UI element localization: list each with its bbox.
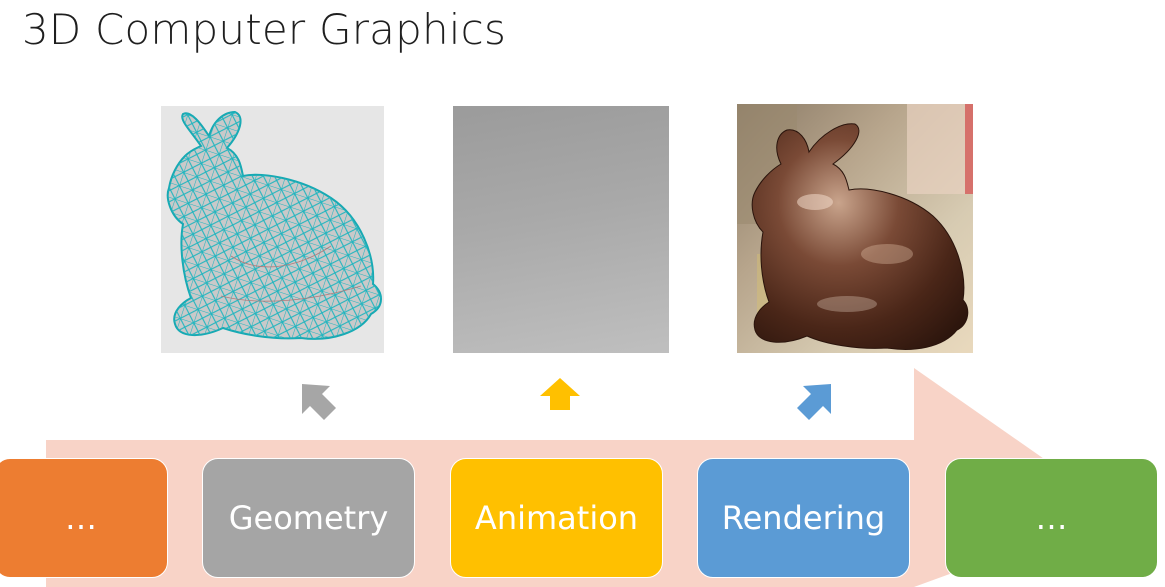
stage-box-before: …	[0, 458, 168, 578]
stage-label: Animation	[474, 499, 639, 537]
stage-label: Rendering	[721, 499, 886, 537]
stage-label: …	[1035, 499, 1068, 537]
arrow-up-left-icon	[302, 384, 336, 420]
stage-label: …	[65, 499, 97, 537]
stage-box-after: …	[945, 458, 1158, 578]
geometry-mesh-image	[161, 106, 384, 353]
bunny-wireframe	[166, 110, 382, 340]
animation-image	[453, 106, 669, 353]
stage-label: Geometry	[228, 499, 389, 537]
rendered-bunny-image	[737, 104, 973, 353]
stage-box-animation: Animation	[450, 458, 663, 578]
stage-box-geometry: Geometry	[202, 458, 415, 578]
arrow-up-icon	[540, 378, 580, 410]
arrow-up-right-icon	[797, 384, 831, 420]
stage-box-rendering: Rendering	[697, 458, 910, 578]
